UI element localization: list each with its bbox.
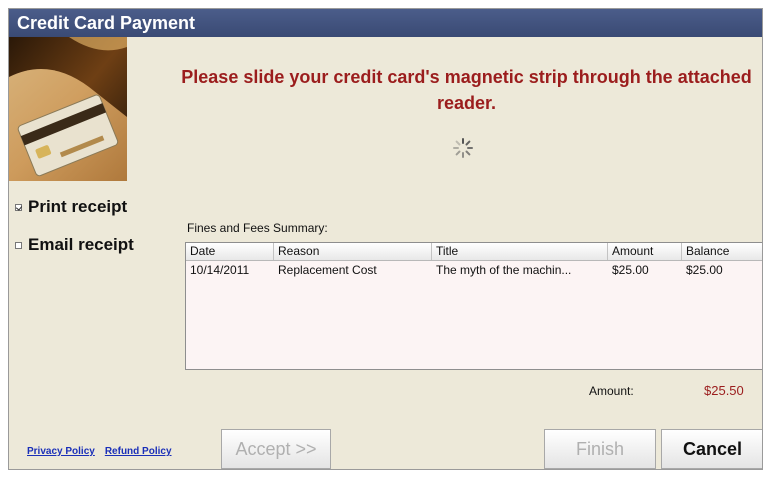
refund-policy-link[interactable]: Refund Policy [105, 446, 172, 457]
email-receipt-checkbox[interactable] [15, 241, 22, 249]
column-header-balance[interactable]: Balance [682, 243, 762, 260]
amount-label: Amount: [589, 384, 634, 398]
window-title: Credit Card Payment [9, 9, 762, 37]
amount-value: $25.50 [704, 383, 744, 398]
privacy-policy-link[interactable]: Privacy Policy [27, 446, 95, 457]
finish-button[interactable]: Finish [544, 429, 656, 469]
cancel-button[interactable]: Cancel [661, 429, 762, 469]
column-header-date[interactable]: Date [186, 243, 274, 260]
print-receipt-checkbox[interactable] [15, 203, 22, 211]
email-receipt-label: Email receipt [28, 235, 134, 254]
table-header: Date Reason Title Amount Balance [186, 243, 762, 261]
column-header-amount[interactable]: Amount [608, 243, 682, 260]
credit-card-photo [9, 37, 127, 181]
table-row[interactable]: 10/14/2011 Replacement Cost The myth of … [186, 261, 762, 279]
fines-summary-label: Fines and Fees Summary: [187, 221, 328, 235]
policy-links: Privacy Policy Refund Policy [27, 446, 172, 457]
email-receipt-option[interactable]: Email receipt [15, 235, 134, 255]
accept-button[interactable]: Accept >> [221, 429, 331, 469]
cell-amount: $25.00 [612, 263, 649, 277]
payment-window: Credit Card Payment Please slide your cr… [8, 8, 763, 470]
print-receipt-label: Print receipt [28, 197, 128, 216]
cell-date: 10/14/2011 [190, 263, 250, 277]
cell-reason: Replacement Cost [278, 263, 377, 277]
print-receipt-option[interactable]: Print receipt [15, 197, 127, 217]
column-header-reason[interactable]: Reason [274, 243, 432, 260]
fines-table: Date Reason Title Amount Balance 10/14/2… [185, 242, 762, 370]
swipe-instruction: Please slide your credit card's magnetic… [181, 67, 752, 113]
loading-spinner-icon [453, 138, 473, 158]
cell-title: The myth of the machin... [436, 263, 572, 277]
column-header-title[interactable]: Title [432, 243, 608, 260]
cell-balance: $25.00 [686, 263, 723, 277]
